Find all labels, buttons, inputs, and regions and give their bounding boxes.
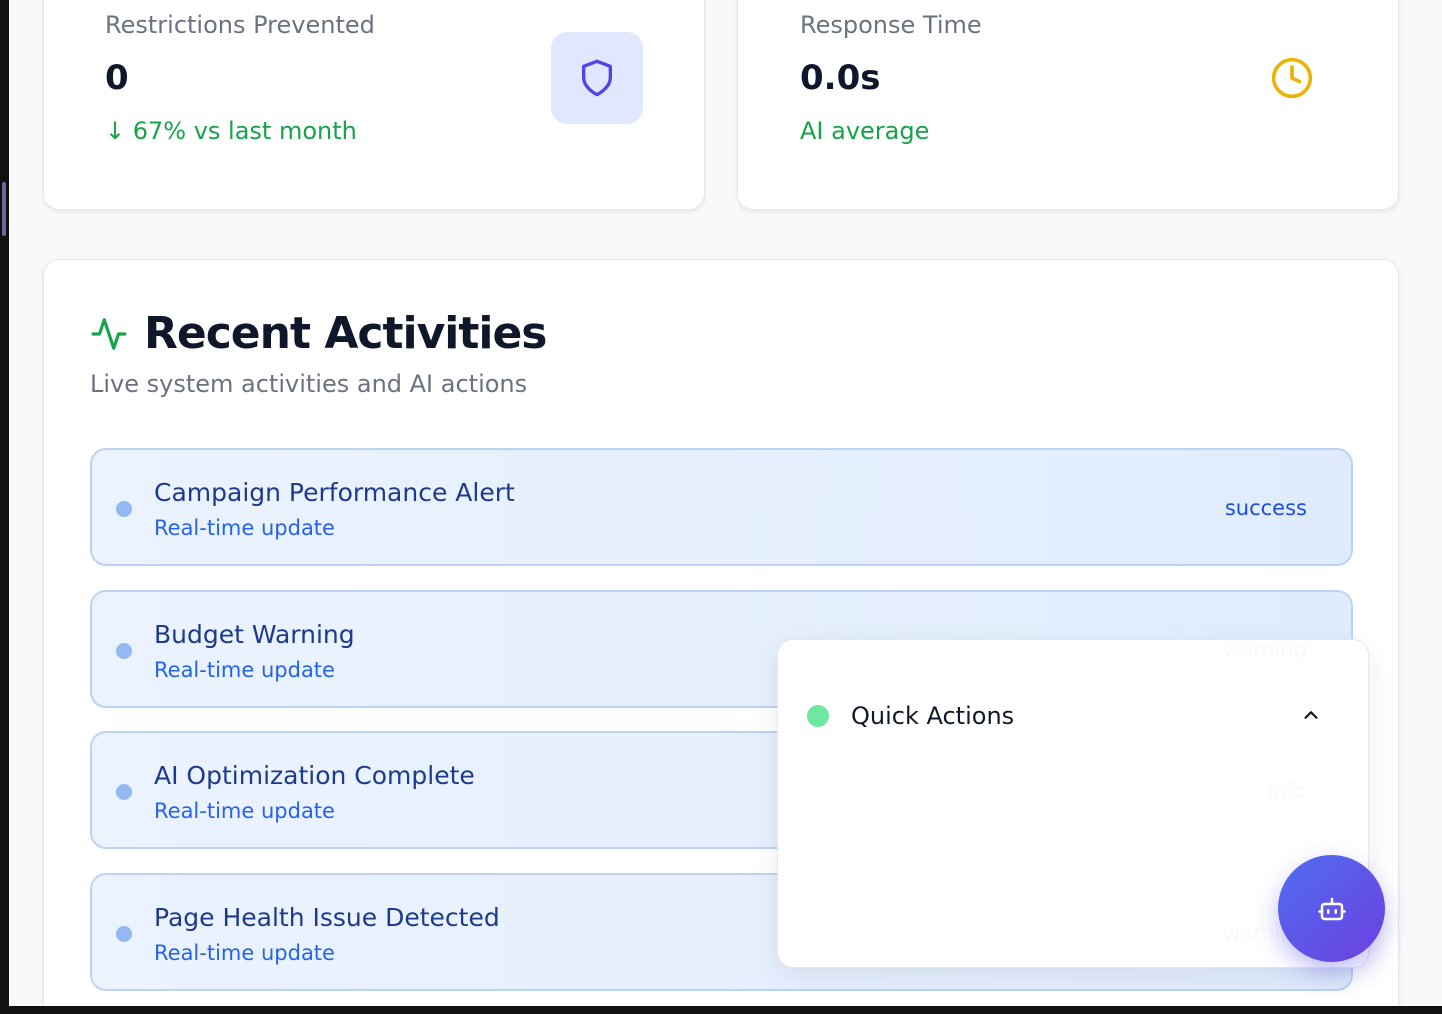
chevron-up-icon[interactable] [1298, 702, 1324, 728]
activity-meta: Real-time update [154, 941, 335, 965]
status-dot [116, 784, 132, 800]
activity-title: AI Optimization Complete [154, 761, 475, 790]
quick-actions-title: Quick Actions [851, 702, 1015, 730]
section-header: Recent Activities [90, 308, 547, 359]
clock-icon-container [1270, 56, 1314, 100]
activity-meta: Real-time update [154, 516, 335, 540]
activity-item[interactable]: Campaign Performance Alert Real-time upd… [90, 448, 1353, 566]
dashboard-page: Restrictions Prevented 0 ↓ 67% vs last m… [0, 0, 1442, 1014]
activity-pulse-icon [91, 317, 127, 350]
stat-label: Restrictions Prevented [105, 11, 375, 39]
stat-subtext: AI average [800, 117, 930, 145]
quick-actions-header[interactable]: Quick Actions [778, 682, 1368, 748]
stat-card-restrictions: Restrictions Prevented 0 ↓ 67% vs last m… [43, 0, 705, 210]
status-dot [116, 926, 132, 942]
activity-meta: Real-time update [154, 799, 335, 823]
shield-icon-container [551, 32, 643, 124]
stat-trend: ↓ 67% vs last month [105, 117, 357, 145]
activity-title: Page Health Issue Detected [154, 903, 500, 932]
section-subtitle: Live system activities and AI actions [90, 370, 528, 398]
stat-card-response-time: Response Time 0.0s AI average [737, 0, 1399, 210]
online-status-dot [807, 705, 829, 727]
status-dot [116, 643, 132, 659]
stat-value: 0.0s [800, 58, 881, 98]
status-dot [116, 501, 132, 517]
activity-status-badge: success [1224, 496, 1307, 520]
clock-icon [1271, 57, 1313, 99]
stat-value: 0 [105, 58, 129, 98]
bot-icon [1317, 897, 1346, 920]
window-bottom-edge [0, 1006, 1442, 1014]
window-left-edge [0, 0, 9, 1014]
stat-label: Response Time [800, 11, 982, 39]
activity-title: Budget Warning [154, 620, 355, 649]
scroll-indicator[interactable] [2, 182, 6, 236]
assistant-fab-button[interactable] [1278, 855, 1385, 962]
activity-meta: Real-time update [154, 658, 335, 682]
shield-icon [582, 59, 612, 97]
section-title: Recent Activities [144, 308, 547, 359]
activity-title: Campaign Performance Alert [154, 478, 515, 507]
